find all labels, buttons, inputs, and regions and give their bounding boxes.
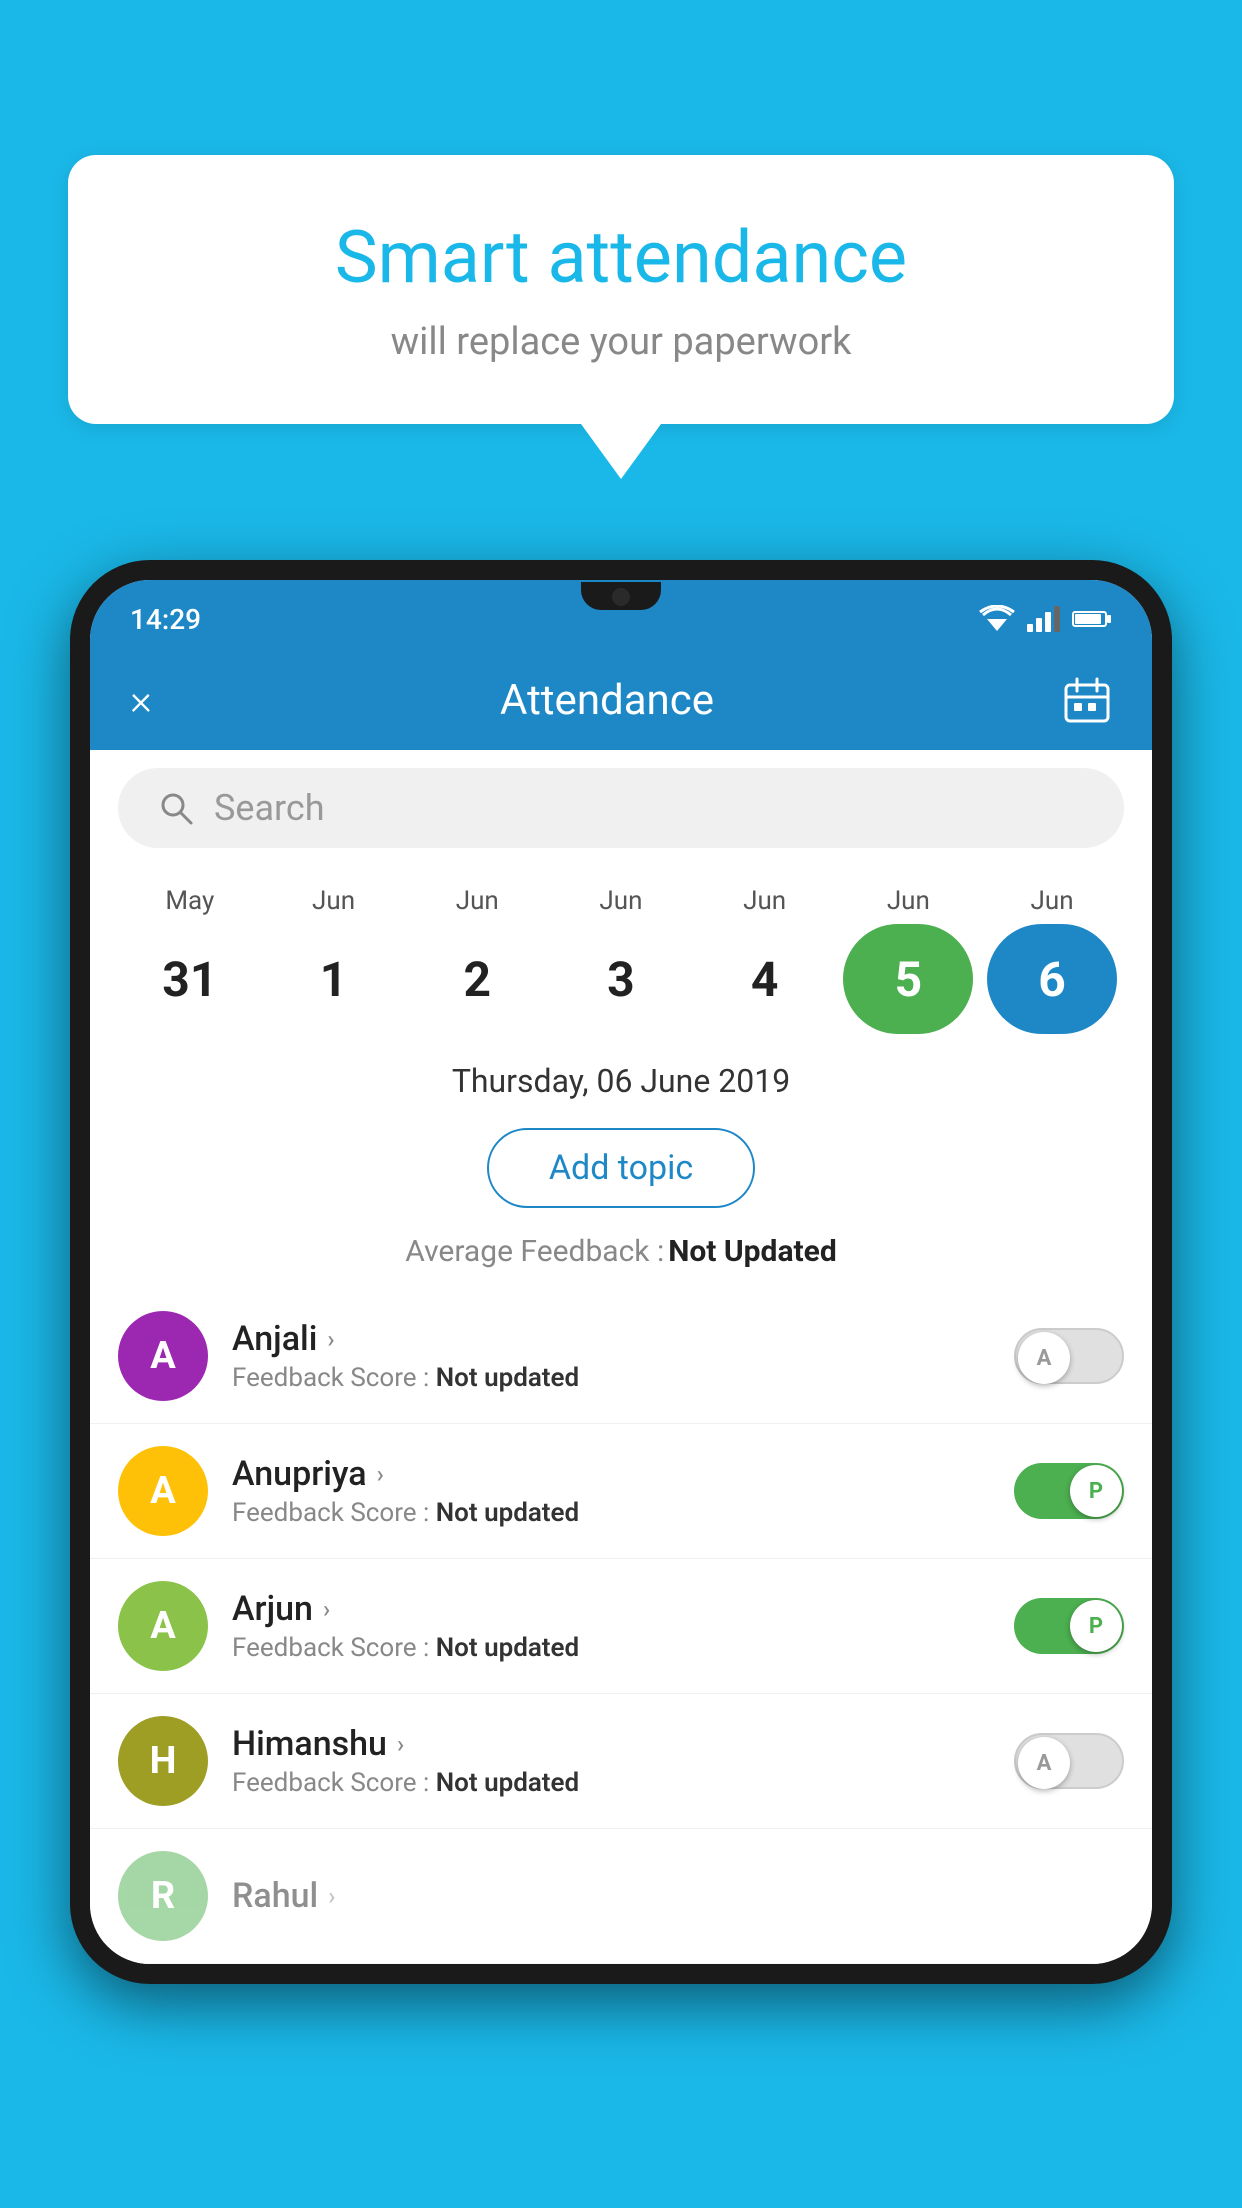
toggle-himanshu[interactable]: A	[1014, 1733, 1124, 1789]
phone-screen: 14:29	[90, 580, 1152, 1964]
add-topic-container: Add topic	[90, 1112, 1152, 1224]
student-feedback-arjun: Feedback Score : Not updated	[232, 1633, 990, 1663]
calendar-date-4[interactable]: 4	[700, 924, 830, 1034]
chevron-icon-anjali: ›	[327, 1325, 334, 1353]
student-list: A Anjali › Feedback Score : Not updated	[90, 1289, 1152, 1964]
toggle-arjun[interactable]: P	[1014, 1598, 1124, 1654]
student-avatar-anupriya: A	[118, 1446, 208, 1536]
calendar-date-1[interactable]: 1	[269, 924, 399, 1034]
status-time: 14:29	[130, 603, 201, 636]
student-info-anjali: Anjali › Feedback Score : Not updated	[232, 1319, 990, 1393]
student-name-himanshu: Himanshu ›	[232, 1724, 990, 1764]
signal-icon	[1027, 606, 1060, 632]
chevron-icon-himanshu: ›	[397, 1730, 404, 1758]
student-item-anjali[interactable]: A Anjali › Feedback Score : Not updated	[90, 1289, 1152, 1424]
calendar-month-1: Jun	[269, 886, 399, 916]
speech-bubble-tail	[581, 424, 661, 479]
selected-date-display: Thursday, 06 June 2019	[452, 1062, 790, 1100]
student-item-partial: R Rahul ›	[90, 1829, 1152, 1964]
student-name-arjun: Arjun ›	[232, 1589, 990, 1629]
search-placeholder: Search	[214, 787, 325, 829]
student-info-arjun: Arjun › Feedback Score : Not updated	[232, 1589, 990, 1663]
toggle-anjali[interactable]: A	[1014, 1328, 1124, 1384]
search-icon	[158, 790, 194, 826]
phone-outer: 14:29	[70, 560, 1172, 1984]
phone-container: 14:29	[70, 560, 1172, 2208]
wifi-icon	[979, 605, 1015, 633]
student-info-partial: Rahul ›	[232, 1876, 1124, 1916]
chevron-icon-arjun: ›	[323, 1595, 330, 1623]
speech-bubble-container: Smart attendance will replace your paper…	[68, 155, 1174, 479]
calendar-month-6: Jun	[987, 886, 1117, 916]
student-avatar-arjun: A	[118, 1581, 208, 1671]
student-info-anupriya: Anupriya › Feedback Score : Not updated	[232, 1454, 990, 1528]
student-info-himanshu: Himanshu › Feedback Score : Not updated	[232, 1724, 990, 1798]
calendar-month-4: Jun	[700, 886, 830, 916]
avg-feedback: Average Feedback : Not Updated	[90, 1224, 1152, 1289]
student-name-anupriya: Anupriya ›	[232, 1454, 990, 1494]
student-feedback-anupriya: Feedback Score : Not updated	[232, 1498, 990, 1528]
avg-feedback-value: Not Updated	[668, 1234, 837, 1269]
date-info: Thursday, 06 June 2019	[90, 1044, 1152, 1112]
avg-feedback-label: Average Feedback :	[405, 1234, 664, 1269]
calendar-dates: 31 1 2 3 4 5 6	[118, 924, 1124, 1034]
calendar-icon[interactable]	[1062, 675, 1112, 725]
calendar-date-2[interactable]: 2	[412, 924, 542, 1034]
student-feedback-himanshu: Feedback Score : Not updated	[232, 1768, 990, 1798]
app-bar: × Attendance	[90, 650, 1152, 750]
app-bar-title: Attendance	[500, 676, 714, 725]
calendar-date-3[interactable]: 3	[556, 924, 686, 1034]
status-icons	[979, 605, 1112, 633]
toggle-anupriya[interactable]: P	[1014, 1463, 1124, 1519]
calendar-date-5[interactable]: 5	[843, 924, 973, 1034]
student-avatar-partial: R	[118, 1851, 208, 1941]
calendar-month-3: Jun	[556, 886, 686, 916]
student-item-arjun[interactable]: A Arjun › Feedback Score : Not updated	[90, 1559, 1152, 1694]
speech-bubble-title: Smart attendance	[118, 215, 1124, 300]
phone-notch	[581, 582, 661, 610]
student-item-anupriya[interactable]: A Anupriya › Feedback Score : Not update…	[90, 1424, 1152, 1559]
speech-bubble-subtitle: will replace your paperwork	[118, 320, 1124, 364]
battery-icon	[1072, 608, 1112, 630]
student-avatar-himanshu: H	[118, 1716, 208, 1806]
student-item-himanshu[interactable]: H Himanshu › Feedback Score : Not update…	[90, 1694, 1152, 1829]
calendar-months: May Jun Jun Jun Jun Jun Jun	[118, 886, 1124, 916]
student-feedback-anjali: Feedback Score : Not updated	[232, 1363, 990, 1393]
calendar-month-0: May	[125, 886, 255, 916]
chevron-icon-partial: ›	[328, 1882, 335, 1910]
add-topic-button[interactable]: Add topic	[487, 1128, 755, 1208]
student-avatar-anjali: A	[118, 1311, 208, 1401]
calendar-date-31[interactable]: 31	[125, 924, 255, 1034]
search-container: Search	[90, 750, 1152, 866]
calendar-month-5: Jun	[843, 886, 973, 916]
student-name-anjali: Anjali ›	[232, 1319, 990, 1359]
close-button[interactable]: ×	[130, 676, 152, 725]
search-bar[interactable]: Search	[118, 768, 1124, 848]
calendar-date-6[interactable]: 6	[987, 924, 1117, 1034]
calendar-strip: May Jun Jun Jun Jun Jun Jun 31 1 2 3 4 5…	[90, 866, 1152, 1044]
speech-bubble: Smart attendance will replace your paper…	[68, 155, 1174, 424]
calendar-month-2: Jun	[412, 886, 542, 916]
chevron-icon-anupriya: ›	[377, 1460, 384, 1488]
student-name-partial: Rahul ›	[232, 1876, 1124, 1916]
